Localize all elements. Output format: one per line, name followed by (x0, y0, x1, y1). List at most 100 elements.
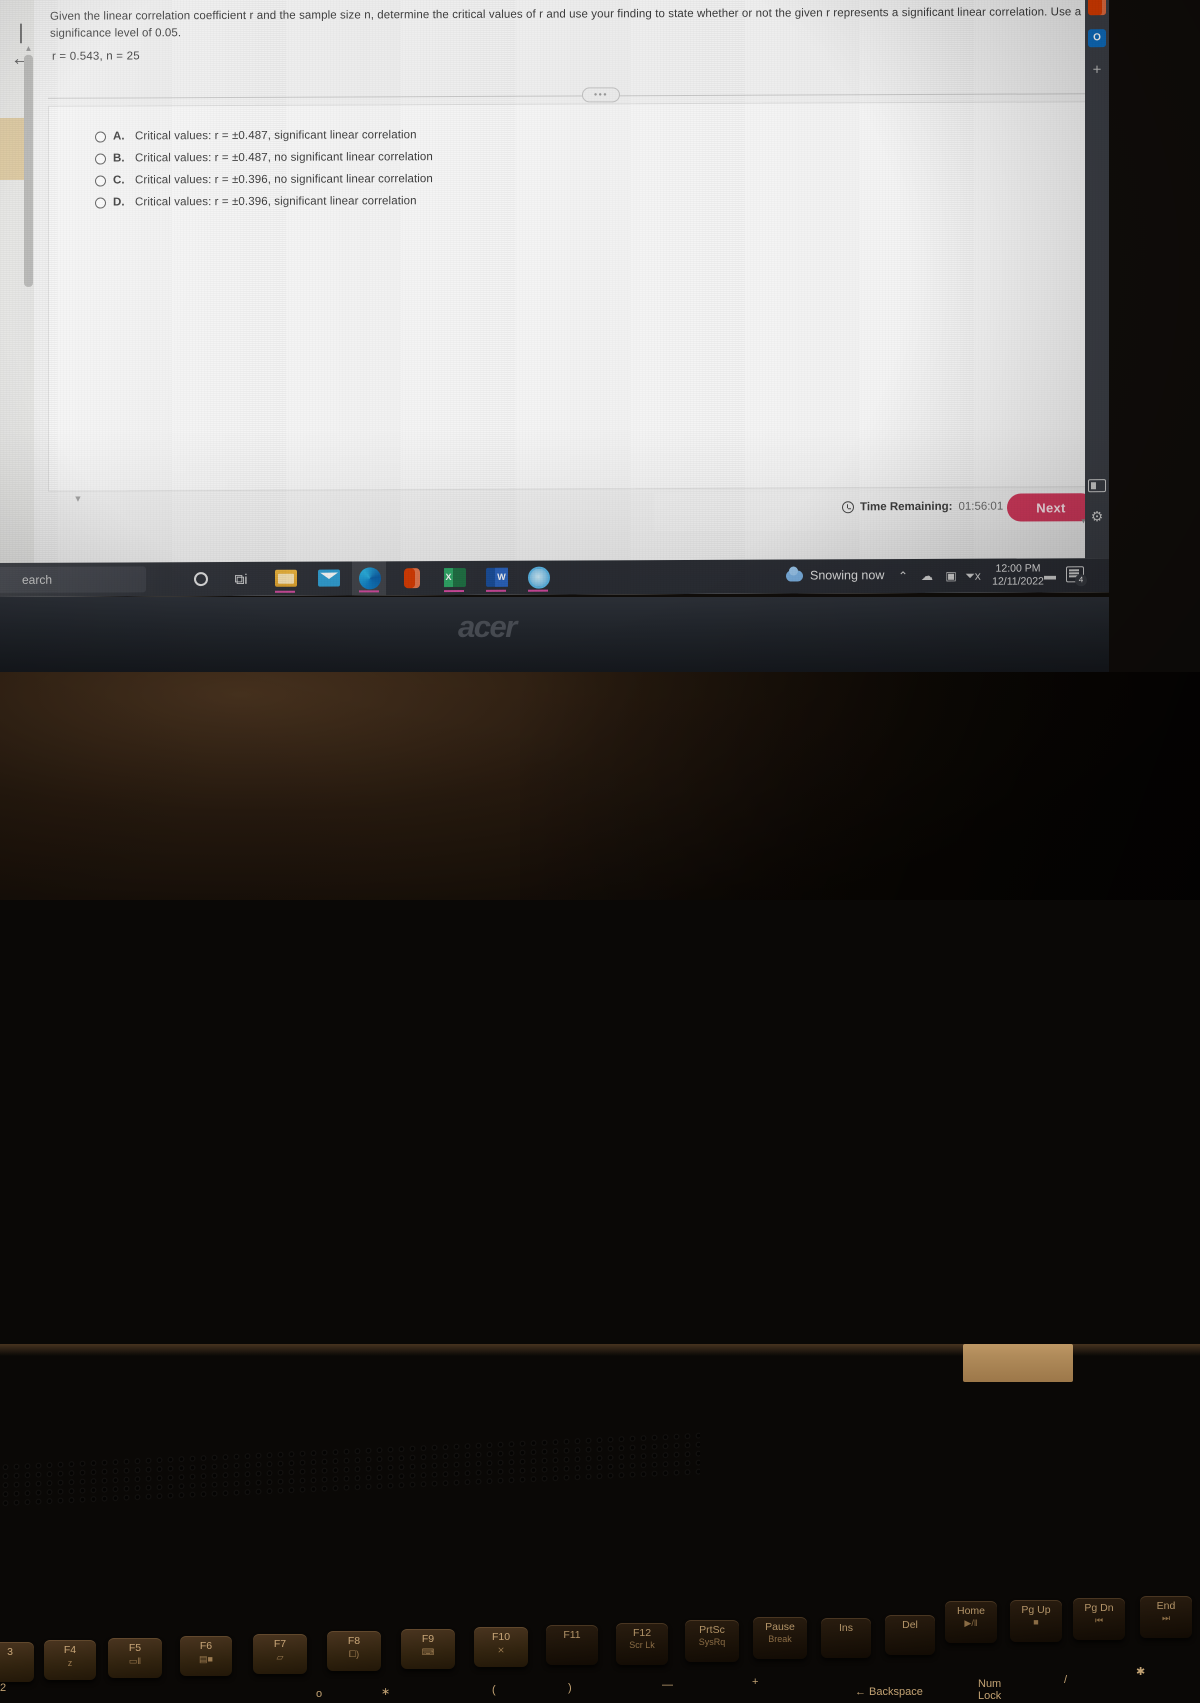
network-icon[interactable]: ▣ (943, 569, 959, 583)
panel-icon[interactable] (1088, 479, 1106, 492)
key-pause[interactable]: Pause Break (753, 1617, 807, 1659)
taskbar-search-input[interactable]: earch (0, 566, 146, 593)
notification-center-icon[interactable]: 4 (1066, 566, 1084, 582)
option-b-text: Critical values: r = ±0.487, no signific… (135, 151, 433, 164)
key-f7[interactable]: F7 ▱ (253, 1634, 307, 1674)
taskbar-open-indicator (359, 590, 379, 592)
key-plus[interactable]: + (752, 1676, 758, 1689)
acer-brand-logo: acer (458, 612, 548, 642)
vertical-scrollbar-thumb[interactable] (24, 55, 33, 287)
key-slash[interactable]: / (1064, 1674, 1067, 1687)
key-asterisk[interactable]: ∗ (381, 1686, 390, 1699)
option-b[interactable]: B. Critical values: r = ±0.487, no signi… (95, 151, 433, 164)
radio-button-d[interactable] (95, 197, 106, 208)
key-label: F8 (348, 1635, 360, 1647)
scroll-up-arrow-icon[interactable]: ▲ (24, 43, 33, 54)
screen-bezel (0, 597, 1109, 672)
key-2[interactable]: 2 (0, 1682, 6, 1695)
key-label: F7 (274, 1638, 286, 1650)
onedrive-icon[interactable]: ☁ (919, 569, 935, 583)
mail-icon[interactable] (318, 570, 340, 587)
key-end[interactable]: End ⏭ (1140, 1596, 1192, 1638)
time-remaining-group: Time Remaining: 01:56:01 (842, 501, 1003, 514)
exercise-status-bar: Time Remaining: 01:56:01 Next ▼ (654, 491, 1090, 531)
file-explorer-icon[interactable] (275, 570, 297, 587)
task-view-icon[interactable]: ⧉i (230, 568, 252, 590)
office-icon[interactable] (404, 568, 420, 588)
answer-options-card: A. Critical values: r = ±0.487, signific… (48, 101, 1088, 492)
key-f10[interactable]: F10 ⨯ (474, 1627, 528, 1667)
key-f5[interactable]: F5 ▭‖ (108, 1638, 162, 1678)
excel-icon[interactable] (444, 568, 466, 587)
laptop-photo: |← ▲ Given the linear correlation coeffi… (0, 0, 1200, 900)
key-glyph: ⧠) (349, 1648, 359, 1660)
key-backspace[interactable]: ← Backspace (855, 1686, 923, 1699)
key-o[interactable]: o (316, 1688, 322, 1701)
key-ins[interactable]: Ins (821, 1618, 871, 1658)
notification-badge: 4 (1075, 574, 1087, 586)
key-sublabel: ■ (1033, 1616, 1038, 1628)
key-minus[interactable]: — (662, 1679, 673, 1692)
key-sublabel: ▶/‖ (964, 1617, 977, 1629)
key-del[interactable]: Del (885, 1615, 935, 1655)
key-label: F6 (200, 1640, 212, 1652)
key-num-lock-line2[interactable]: Lock (978, 1690, 1001, 1703)
key-f3[interactable]: 3 (0, 1642, 34, 1682)
radio-button-a[interactable] (95, 131, 106, 142)
key-label: Pg Dn (1084, 1602, 1113, 1614)
key-sublabel: SysRq (699, 1636, 726, 1648)
outlook-icon[interactable] (1088, 29, 1106, 47)
speaker-grille (0, 1431, 700, 1509)
key-label: F4 (64, 1644, 76, 1656)
app-icon[interactable] (528, 567, 550, 589)
taskbar-clock[interactable]: 12:00 PM 12/11/2022 (987, 562, 1049, 588)
key-sublabel: Scr Lk (629, 1639, 655, 1651)
key-right-paren[interactable]: ) (568, 1682, 572, 1695)
key-left-paren[interactable]: ( (492, 1684, 496, 1697)
key-f11[interactable]: F11 (546, 1625, 598, 1665)
key-label: F9 (422, 1633, 434, 1645)
settings-gear-icon[interactable]: ⚙ (1088, 507, 1106, 525)
weather-widget[interactable]: Snowing now (786, 568, 884, 582)
laptop-screen: |← ▲ Given the linear correlation coeffi… (0, 0, 1109, 597)
add-icon[interactable]: + (1088, 61, 1106, 79)
key-pgdn[interactable]: Pg Dn ⏮ (1073, 1598, 1125, 1640)
key-f9[interactable]: F9 ⌨ (401, 1629, 455, 1669)
page-left-rail: |← ▲ (0, 0, 34, 563)
key-label: End (1157, 1600, 1176, 1612)
key-f8[interactable]: F8 ⧠) (327, 1631, 381, 1671)
taskbar-open-indicator (444, 590, 464, 592)
option-c-text: Critical values: r = ±0.396, no signific… (135, 173, 433, 186)
clock-time: 12:00 PM (987, 562, 1049, 575)
divider-handle[interactable]: ••• (582, 87, 620, 102)
option-a-letter: A. (113, 130, 128, 142)
radio-button-c[interactable] (95, 175, 106, 186)
key-f6[interactable]: F6 ▤■ (180, 1636, 232, 1676)
show-hidden-icons-chevron-icon[interactable]: ⌃ (895, 569, 911, 583)
cortana-icon[interactable] (194, 572, 208, 586)
option-a[interactable]: A. Critical values: r = ±0.487, signific… (95, 129, 417, 142)
volume-muted-icon[interactable]: ⏷x (965, 569, 981, 583)
question-prompt: Given the linear correlation coefficient… (50, 4, 1090, 43)
key-prtsc[interactable]: PrtSc SysRq (685, 1620, 739, 1662)
time-remaining-value: 01:56:01 (958, 501, 1003, 513)
key-pgup[interactable]: Pg Up ■ (1010, 1600, 1062, 1642)
key-numpad-asterisk[interactable]: ✱ (1136, 1666, 1145, 1679)
edge-icon[interactable] (359, 567, 381, 589)
option-d-letter: D. (113, 196, 128, 208)
option-c[interactable]: C. Critical values: r = ±0.396, no signi… (95, 173, 433, 186)
laptop-keyboard: 3 F4 z F5 ▭‖ F6 ▤■ F7 ▱ F8 ⧠) F9 ⌨ F10 ⨯ (0, 800, 1200, 900)
key-label: 3 (7, 1646, 13, 1658)
word-icon[interactable] (486, 568, 508, 587)
option-d-text: Critical values: r = ±0.396, significant… (135, 195, 417, 208)
radio-button-b[interactable] (95, 153, 106, 164)
option-d[interactable]: D. Critical values: r = ±0.396, signific… (95, 195, 417, 208)
office-icon[interactable] (1088, 0, 1106, 15)
windows-taskbar: earch ⧉i Snowing now ⌃ ☁ ▣ ⏷x (0, 558, 1109, 597)
key-f4[interactable]: F4 z (44, 1640, 96, 1680)
key-home[interactable]: Home ▶/‖ (945, 1601, 997, 1643)
weather-label: Snowing now (810, 568, 884, 582)
scroll-down-arrow-icon[interactable]: ▼ (71, 492, 85, 506)
key-f12[interactable]: F12 Scr Lk (616, 1623, 668, 1665)
option-c-letter: C. (113, 174, 128, 186)
